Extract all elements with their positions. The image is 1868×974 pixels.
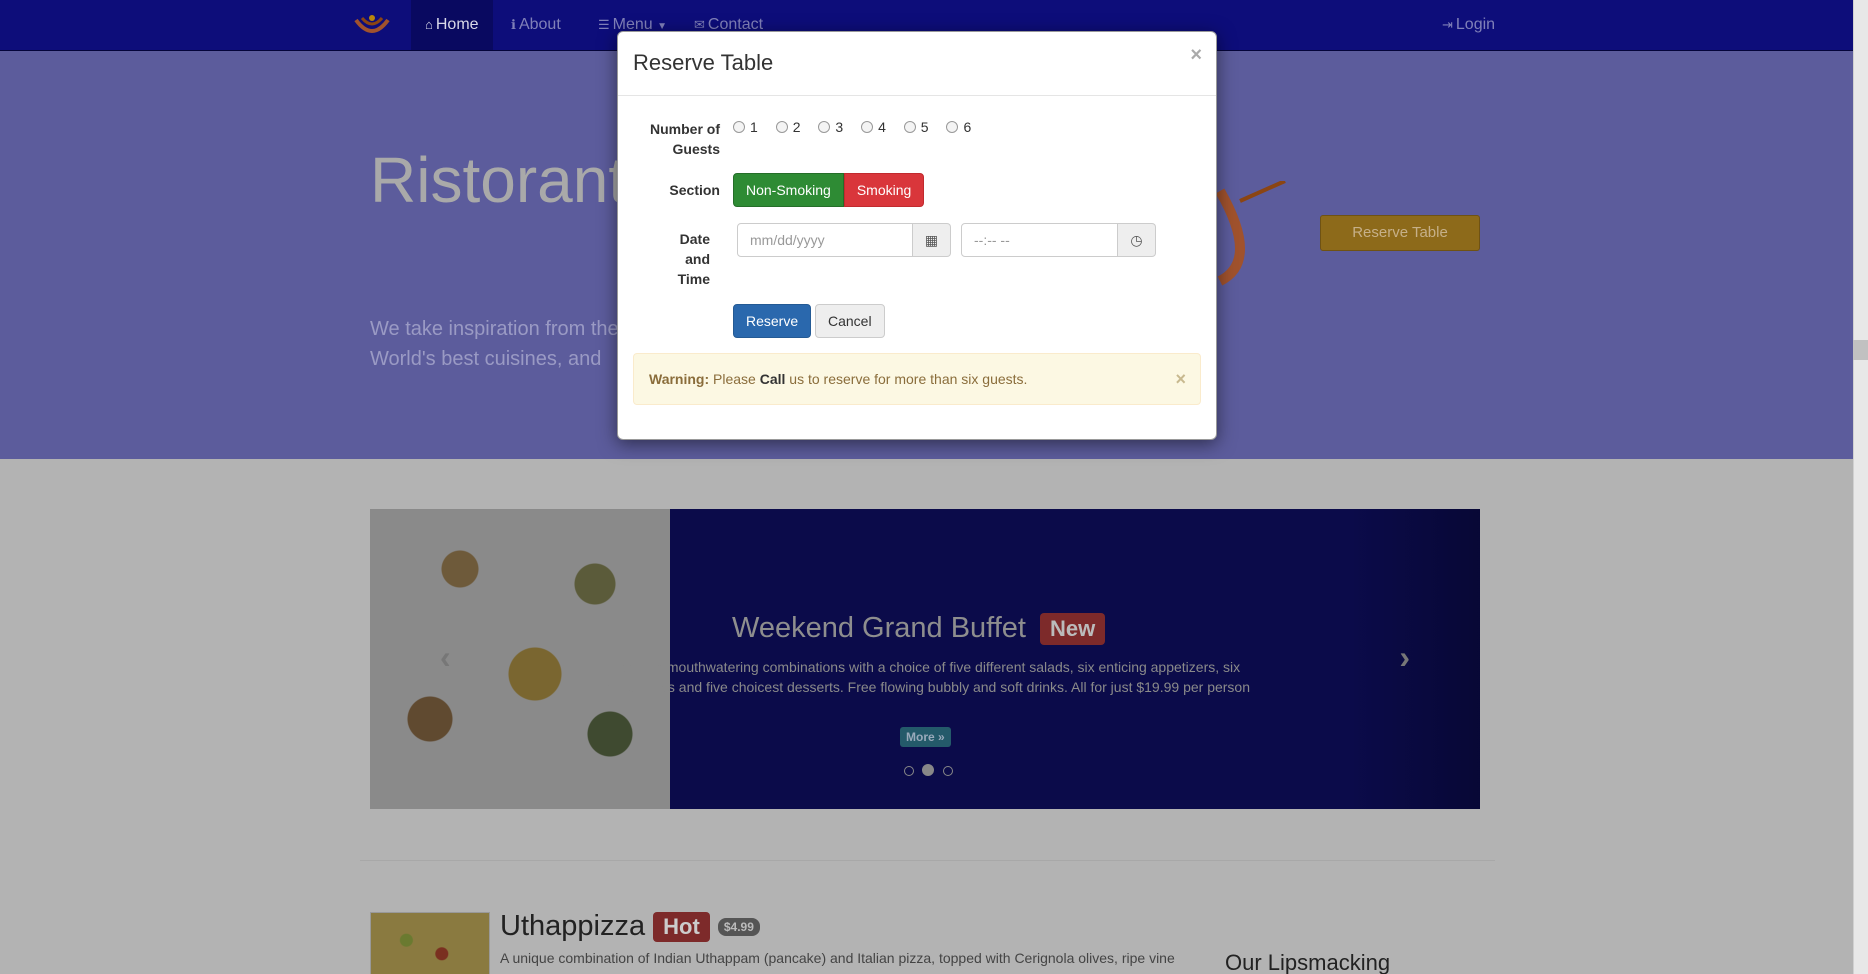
radio-icon[interactable] <box>946 121 959 133</box>
alert-strong: Warning: <box>649 371 710 387</box>
guest-option-6[interactable]: 6 <box>946 119 971 135</box>
radio-icon[interactable] <box>818 121 831 133</box>
date-input-group: mm/dd/yyyy ▦ <box>737 223 951 257</box>
alert-text-after: us to reserve for more than six guests. <box>785 371 1028 387</box>
guest-option-3[interactable]: 3 <box>818 119 843 135</box>
date-input[interactable]: mm/dd/yyyy <box>737 223 913 257</box>
scrollbar-thumb[interactable] <box>1853 340 1868 360</box>
radio-icon[interactable] <box>903 121 916 133</box>
radio-icon[interactable] <box>775 121 788 133</box>
guest-option-2[interactable]: 2 <box>775 119 800 135</box>
close-icon[interactable]: × <box>1190 44 1202 67</box>
alert-text-before: Please <box>709 371 760 387</box>
clock-icon[interactable]: ◷ <box>1118 223 1156 257</box>
alert-close-icon[interactable]: × <box>1175 354 1186 404</box>
guests-radio-group: 1 2 3 4 5 6 <box>733 119 985 135</box>
reserve-button[interactable]: Reserve <box>733 304 812 338</box>
guest-option-5[interactable]: 5 <box>903 119 929 135</box>
radio-icon[interactable] <box>861 121 874 133</box>
modal-title: Reserve Table <box>633 50 774 75</box>
warning-alert: Warning: Please Call us to reserve for m… <box>633 353 1201 405</box>
guests-label: Number of Guests <box>650 121 720 157</box>
cancel-button[interactable]: Cancel <box>815 304 885 338</box>
smoking-button[interactable]: Smoking <box>843 173 925 207</box>
datetime-label: Date and Time <box>677 231 710 287</box>
modal-header: Reserve Table × <box>618 32 1216 96</box>
time-input-group: --:-- -- ◷ <box>961 223 1156 257</box>
alert-call: Call <box>759 371 786 387</box>
non-smoking-button[interactable]: Non-Smoking <box>733 173 844 207</box>
time-input[interactable]: --:-- -- <box>961 223 1118 257</box>
radio-icon[interactable] <box>733 121 745 133</box>
page-scrollbar[interactable] <box>1853 0 1868 974</box>
section-label: Section <box>669 182 720 198</box>
guest-option-4[interactable]: 4 <box>861 119 886 135</box>
calendar-icon[interactable]: ▦ <box>913 223 951 257</box>
reserve-modal: Reserve Table × Number of Guests 1 2 3 4… <box>617 31 1217 440</box>
section-toggle-group: Non-Smoking Smoking <box>733 173 925 207</box>
guest-option-1[interactable]: 1 <box>733 119 758 135</box>
